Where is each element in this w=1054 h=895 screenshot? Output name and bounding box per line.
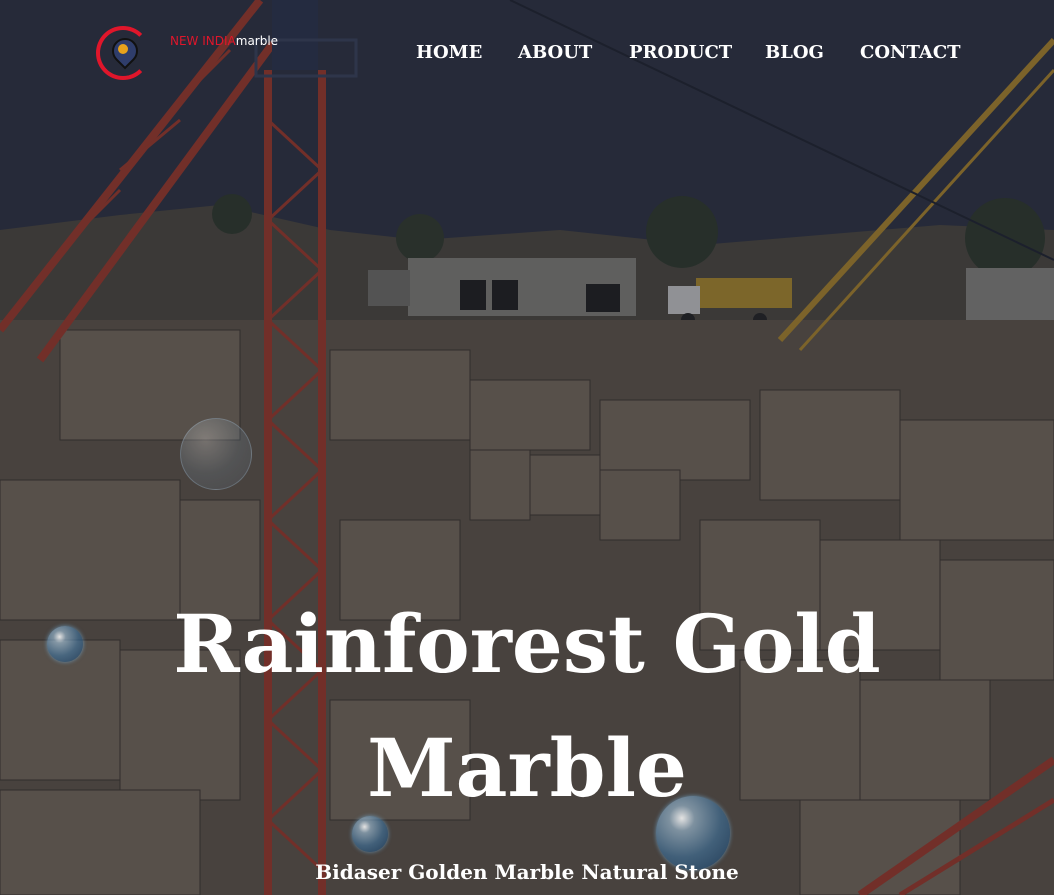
logo-target-dot <box>118 44 128 54</box>
hero-section: NEW INDIAmarble HOME ABOUT PRODUCT BLOG … <box>0 0 1054 895</box>
nav-about[interactable]: ABOUT <box>518 42 592 63</box>
nav-blog[interactable]: BLOG <box>765 42 824 63</box>
hero-title: Rainforest Gold Marble <box>0 582 1054 830</box>
brand-name: NEW INDIAmarble <box>170 34 278 48</box>
hero-subtitle: Bidaser Golden Marble Natural Stone <box>315 860 739 884</box>
nav-contact[interactable]: CONTACT <box>860 42 961 63</box>
hero-title-line2: Marble <box>367 721 687 815</box>
hero-title-line1: Rainforest Gold <box>173 597 881 691</box>
bubble-decoration <box>180 418 252 490</box>
nav-home[interactable]: HOME <box>416 42 482 63</box>
nav-product[interactable]: PRODUCT <box>629 42 732 63</box>
brand-logo[interactable]: NEW INDIAmarble <box>94 24 314 88</box>
brand-name-suffix: marble <box>235 34 279 48</box>
brand-name-prefix: NEW INDIA <box>170 34 236 48</box>
